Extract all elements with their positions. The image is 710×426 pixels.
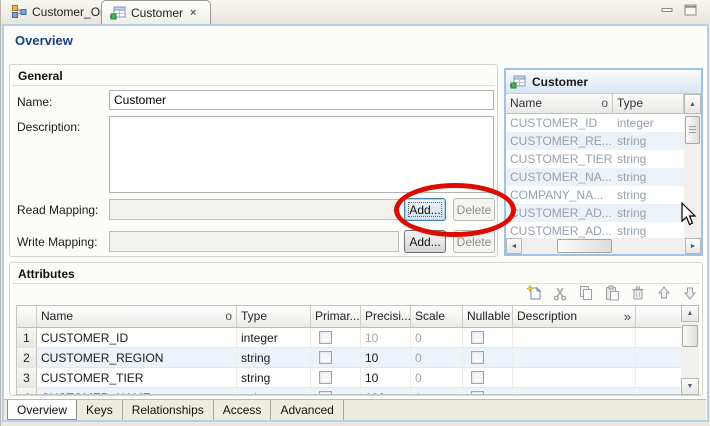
cut-icon[interactable] — [552, 285, 568, 301]
preview-row[interactable]: CUSTOMER_AD...string — [506, 222, 684, 238]
column-header-description[interactable]: Description » — [513, 306, 636, 327]
write-mapping-add-button[interactable]: Add... — [404, 230, 446, 253]
column-header-scale[interactable]: Scale — [411, 306, 463, 327]
view-controls — [661, 4, 697, 16]
vertical-scrollbar[interactable] — [684, 114, 701, 238]
scrollbar-thumb[interactable] — [685, 116, 700, 144]
preview-row[interactable]: COMPANY_NA...string — [506, 186, 684, 204]
column-header-primary[interactable]: Primar... — [311, 306, 361, 327]
write-mapping-input — [109, 231, 399, 252]
preview-row[interactable]: CUSTOMER_IDinteger — [506, 114, 684, 132]
separator — [12, 85, 495, 86]
attributes-toolbar — [526, 285, 698, 301]
sort-icon: o — [225, 309, 232, 324]
preview-row[interactable]: CUSTOMER_NA...string — [506, 168, 684, 186]
preview-row[interactable]: CUSTOMER_TIERstring — [506, 150, 684, 168]
vertical-scrollbar[interactable]: ▲ ▼ — [681, 305, 699, 395]
nullable-checkbox[interactable] — [471, 331, 484, 344]
new-attribute-icon[interactable] — [526, 285, 542, 301]
tab-relationships[interactable]: Relationships — [123, 400, 214, 420]
primary-checkbox[interactable] — [319, 391, 332, 395]
preview-row[interactable]: CUSTOMER_RE...string — [506, 132, 684, 150]
scroll-right-icon[interactable]: ► — [685, 238, 701, 254]
attribute-row[interactable]: 2 CUSTOMER_REGION string 10 0 — [17, 348, 683, 368]
page-title: Overview — [15, 33, 73, 48]
column-header-type[interactable]: Type — [613, 94, 684, 114]
application-window: Customer_Order Customer × O — [0, 0, 710, 426]
description-label: Description: — [17, 120, 80, 134]
write-mapping-label: Write Mapping: — [17, 235, 97, 249]
close-tab-icon[interactable]: × — [188, 7, 196, 19]
mapping-icon — [11, 4, 27, 20]
scroll-down-icon[interactable]: ▼ — [681, 378, 699, 395]
row-number-header — [17, 306, 37, 327]
general-section-title: General — [18, 69, 63, 83]
data-object-icon — [510, 74, 526, 90]
scrollbar-thumb[interactable] — [557, 239, 612, 253]
attribute-row[interactable]: 3 CUSTOMER_TIER string 10 0 — [17, 368, 683, 388]
preview-panel-title: Customer — [532, 75, 588, 89]
column-header-precision[interactable]: Precisi... — [361, 306, 411, 327]
attributes-section-title: Attributes — [18, 267, 75, 281]
preview-panel-header: Customer — [506, 70, 701, 94]
attributes-table-header: Nameo Type Primar... Precisi... Scale Nu… — [17, 306, 683, 328]
preview-rows: CUSTOMER_IDinteger CUSTOMER_RE...string … — [506, 114, 684, 238]
primary-checkbox[interactable] — [319, 331, 332, 344]
minimize-view-icon[interactable] — [661, 5, 674, 15]
attributes-table: Nameo Type Primar... Precisi... Scale Nu… — [16, 305, 683, 395]
data-object-icon — [110, 5, 126, 21]
column-header-blank — [636, 306, 682, 327]
horizontal-scrollbar[interactable]: ◄ ► — [506, 238, 701, 254]
scrollbar-thumb[interactable] — [682, 325, 698, 347]
column-header-name[interactable]: Name o — [506, 94, 613, 114]
scroll-up-icon[interactable]: ▲ — [681, 305, 699, 322]
scroll-left-icon[interactable]: ◄ — [506, 238, 522, 254]
move-up-icon[interactable] — [656, 285, 672, 301]
tab-access[interactable]: Access — [214, 400, 272, 420]
preview-column-headers: Name o Type — [506, 94, 684, 114]
customer-preview-panel: Customer Name o Type ▲ CUSTOMER_IDintege… — [504, 68, 703, 256]
more-columns-icon[interactable]: » — [624, 309, 631, 324]
page-tab-bar: Overview Keys Relationships Access Advan… — [4, 399, 706, 420]
separator — [12, 283, 700, 284]
primary-checkbox[interactable] — [319, 351, 332, 364]
nullable-checkbox[interactable] — [471, 391, 484, 395]
scroll-up-icon[interactable]: ▲ — [684, 94, 701, 114]
delete-icon[interactable] — [630, 285, 646, 301]
description-input[interactable] — [109, 116, 494, 193]
copy-icon[interactable] — [578, 285, 594, 301]
nullable-checkbox[interactable] — [471, 351, 484, 364]
tab-label: Customer — [131, 6, 183, 20]
write-mapping-delete-button: Delete — [453, 230, 495, 253]
name-input[interactable] — [109, 90, 494, 110]
nullable-checkbox[interactable] — [471, 371, 484, 384]
attribute-row[interactable]: 4 CUSTOMER_NAME string 100 0 — [17, 388, 683, 395]
column-header-type[interactable]: Type — [237, 306, 311, 327]
editor-tab-bar: Customer_Order Customer × — [1, 0, 710, 24]
read-mapping-add-button[interactable]: Add... — [404, 198, 446, 221]
tab-overview[interactable]: Overview — [7, 400, 77, 420]
tab-customer[interactable]: Customer × — [101, 0, 211, 24]
attributes-section: Attributes — [9, 262, 703, 396]
read-mapping-input — [109, 199, 399, 220]
tab-keys[interactable]: Keys — [77, 400, 123, 420]
name-label: Name: — [17, 95, 52, 109]
primary-checkbox[interactable] — [319, 371, 332, 384]
read-mapping-label: Read Mapping: — [17, 203, 98, 217]
read-mapping-delete-button: Delete — [453, 198, 495, 221]
tab-advanced[interactable]: Advanced — [271, 400, 343, 420]
attribute-row[interactable]: 1 CUSTOMER_ID integer 10 0 — [17, 328, 683, 348]
preview-row[interactable]: CUSTOMER_AD...string — [506, 204, 684, 222]
paste-icon[interactable] — [604, 285, 620, 301]
column-header-nullable[interactable]: Nullable — [463, 306, 513, 327]
maximize-view-icon[interactable] — [684, 4, 697, 16]
sort-icon: o — [601, 96, 608, 111]
column-header-name[interactable]: Nameo — [37, 306, 237, 327]
move-down-icon[interactable] — [682, 285, 698, 301]
